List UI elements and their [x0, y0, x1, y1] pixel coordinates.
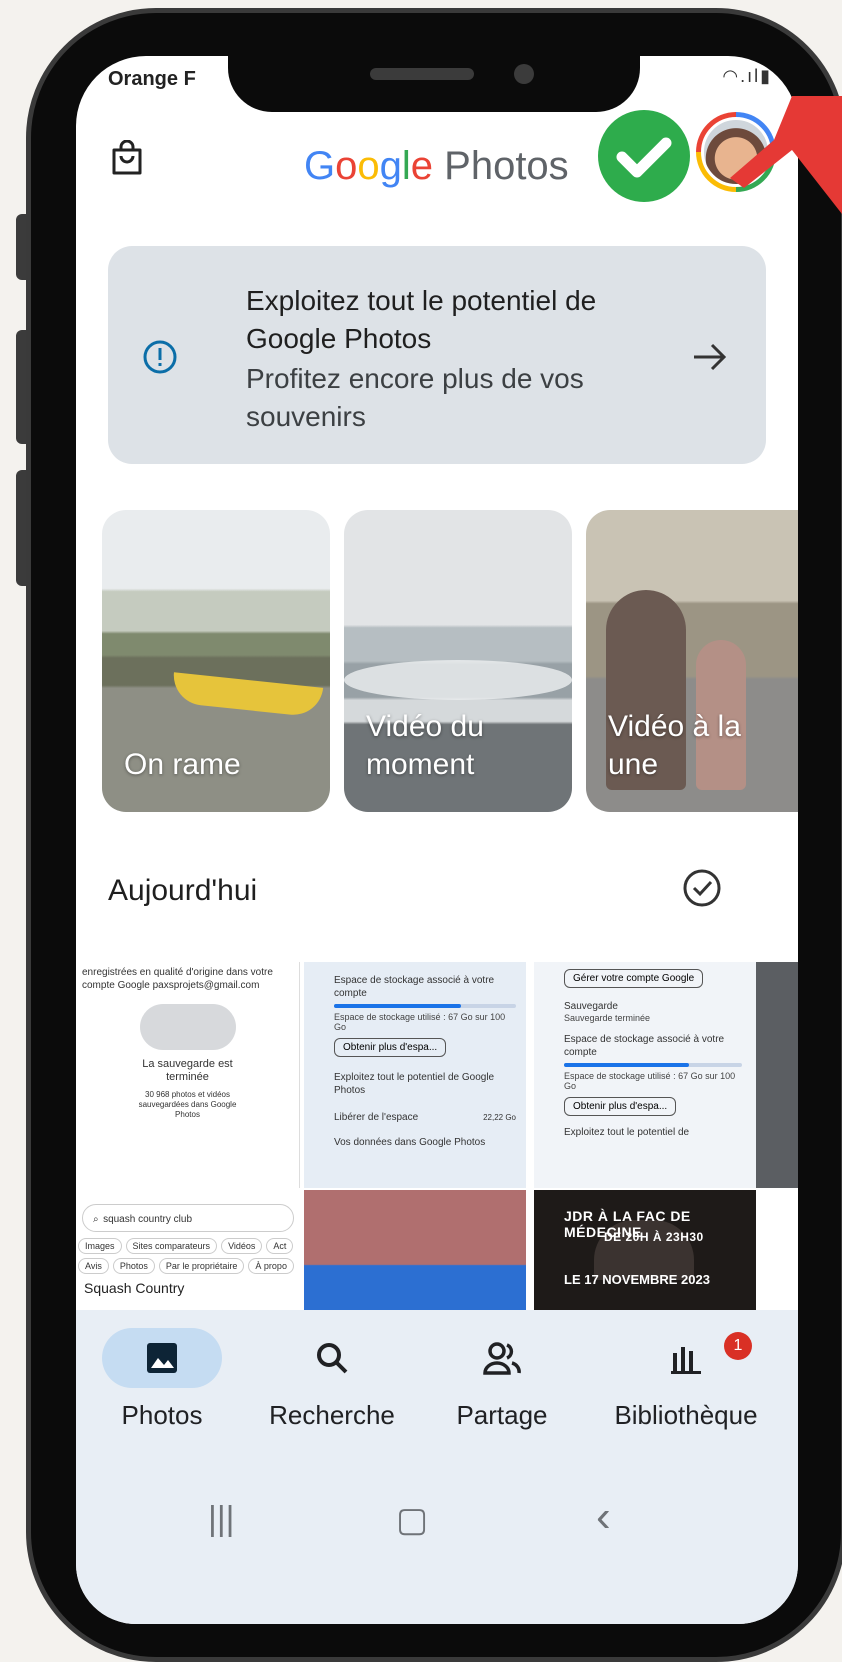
- chip: Par le propriétaire: [158, 1258, 245, 1274]
- cloud-check-icon: [139, 1004, 236, 1050]
- library-icon: 1: [626, 1328, 752, 1388]
- nav-item-recherche[interactable]: Recherche: [242, 1328, 422, 1431]
- thumb-account-usage: Espace de stockage utilisé : 67 Go sur 1…: [564, 1071, 736, 1091]
- storage-progress: [564, 1063, 742, 1067]
- chip: Sites comparateurs: [125, 1238, 218, 1254]
- back-button[interactable]: ‹: [596, 1492, 611, 1542]
- thumb-backup-count: 30 968 photos et vidéos sauvegardées dan…: [138, 1090, 237, 1119]
- search-icon: [272, 1328, 392, 1388]
- status-icons: ◠.ıl▮: [722, 66, 772, 87]
- nav-label: Recherche: [269, 1400, 395, 1430]
- shopping-bag-icon[interactable]: [110, 139, 144, 181]
- app-title: Google Photos: [304, 144, 569, 189]
- recents-button[interactable]: |||: [208, 1500, 235, 1539]
- front-camera: [514, 64, 534, 84]
- storage-progress: [334, 1004, 516, 1008]
- nav-label: Bibliothèque: [614, 1400, 758, 1430]
- earpiece: [370, 68, 474, 80]
- section-title-today: Aujourd'hui: [108, 874, 258, 907]
- memory-label: On rame: [124, 748, 241, 781]
- phone-screen: Orange F ◠.ıl▮ Google Photos Exploitez t…: [76, 56, 798, 1624]
- thumb-storage-item1: Exploitez tout le potentiel de Google Ph…: [334, 1072, 495, 1096]
- nav-label: Photos: [121, 1400, 203, 1430]
- thumb-top-line: enregistrées en qualité d'origine dans v…: [82, 967, 273, 991]
- chip: Images: [78, 1238, 122, 1254]
- wifi-icon: ◠: [722, 66, 741, 86]
- home-button[interactable]: ▢: [396, 1500, 428, 1540]
- memory-label: Vidéo du moment: [366, 710, 484, 781]
- thumbnail-search[interactable]: ⌕ squash country club Images Sites compar…: [76, 1190, 300, 1310]
- memory-card-video-a-la-une[interactable]: Vidéo à la une: [586, 510, 798, 812]
- photo-icon: [102, 1328, 222, 1388]
- people-icon: [442, 1328, 562, 1388]
- thumb-account-item1: Exploitez tout le potentiel de: [564, 1127, 690, 1138]
- phone-notch: [228, 56, 640, 112]
- google-wordmark: Google: [304, 144, 434, 188]
- thumb-storage-title: Espace de stockage associé à votre compt…: [334, 975, 495, 999]
- bottom-navigation: Photos Recherche Partage 1 Bibliothèque …: [76, 1310, 798, 1624]
- thumb-storage-item2-value: 22,22 Go: [483, 1113, 516, 1122]
- thumb-chips-row2: Avis Photos Par le propriétaire À propo: [76, 1256, 300, 1276]
- thumbnail-photo-wall[interactable]: [304, 1190, 526, 1310]
- thumb-storage-item3: Vos données dans Google Photos: [334, 1137, 486, 1148]
- thumb-search-result: Squash Country: [84, 1280, 185, 1296]
- info-icon: [142, 339, 178, 380]
- thumb-account-backup-sub: Sauvegarde terminée: [564, 1013, 651, 1023]
- promo-banner[interactable]: Exploitez tout le potentiel de Google Ph…: [108, 246, 766, 464]
- chip: Act: [266, 1238, 294, 1254]
- thumbnail-dark-edge[interactable]: [756, 962, 798, 1188]
- search-icon: ⌕: [93, 1214, 99, 1225]
- thumb-manage-account: Gérer votre compte Google: [564, 969, 704, 988]
- thumb-account-storage-title: Espace de stockage associé à votre compt…: [564, 1034, 725, 1058]
- annotation-arrow-icon: [730, 96, 842, 214]
- thumb-account-backup-title: Sauvegarde: [564, 1001, 618, 1012]
- arrow-right-icon[interactable]: [692, 342, 728, 377]
- thumb-storage-item2: Libérer de l'espace: [334, 1112, 419, 1123]
- status-carrier: Orange F: [108, 68, 196, 90]
- nav-item-photos[interactable]: Photos: [76, 1328, 252, 1431]
- thumb-account-button: Obtenir plus d'espa...: [564, 1097, 677, 1116]
- check-circle-icon: [598, 110, 690, 202]
- banner-text: Profitez encore plus de vos souvenirs: [246, 363, 584, 432]
- nav-item-bibliotheque[interactable]: 1 Bibliothèque: [596, 1328, 776, 1431]
- kayak-graphic: [170, 672, 324, 718]
- chip: À propo: [248, 1258, 294, 1274]
- thumbnail-account[interactable]: Gérer votre compte Google Sauvegarde Sau…: [534, 962, 756, 1188]
- thumb-backup-status: La sauvegarde est terminée: [142, 1058, 233, 1083]
- thumb-chips-row1: Images Sites comparateurs Vidéos Act: [76, 1236, 300, 1256]
- thumb-search-query: squash country club: [103, 1214, 193, 1225]
- check-circle-outline-icon[interactable]: [682, 868, 722, 913]
- thumb-search-bar: ⌕ squash country club: [82, 1204, 294, 1232]
- notification-badge: 1: [724, 1332, 752, 1360]
- banner-title: Exploitez tout le potentiel de Google Ph…: [246, 285, 597, 354]
- thumb-storage-usage: Espace de stockage utilisé : 67 Go sur 1…: [334, 1012, 506, 1032]
- thumbnail-backup[interactable]: enregistrées en qualité d'origine dans v…: [76, 962, 300, 1188]
- app-title-photos: Photos: [444, 144, 569, 188]
- nav-item-partage[interactable]: Partage: [412, 1328, 592, 1431]
- thumbnail-poster[interactable]: JDR À LA FAC DE MÉDECINE DE 20H À 23H30 …: [534, 1190, 756, 1310]
- chip: Vidéos: [221, 1238, 263, 1254]
- signal-icon: .ıl: [740, 66, 761, 86]
- memory-label: Vidéo à la une: [608, 710, 741, 781]
- chip: Avis: [78, 1258, 109, 1274]
- poster-line3: LE 17 NOVEMBRE 2023: [564, 1272, 710, 1287]
- memory-card-on-rame[interactable]: On rame: [102, 510, 330, 812]
- chip: Photos: [112, 1258, 155, 1274]
- wave-graphic: [344, 660, 572, 700]
- thumb-storage-button: Obtenir plus d'espa...: [334, 1038, 447, 1057]
- battery-icon: ▮: [760, 66, 772, 86]
- thumbnail-storage[interactable]: Espace de stockage associé à votre compt…: [304, 962, 526, 1188]
- memory-card-video-du-moment[interactable]: Vidéo du moment: [344, 510, 572, 812]
- nav-label: Partage: [456, 1400, 548, 1430]
- poster-line2: DE 20H À 23H30: [604, 1230, 704, 1244]
